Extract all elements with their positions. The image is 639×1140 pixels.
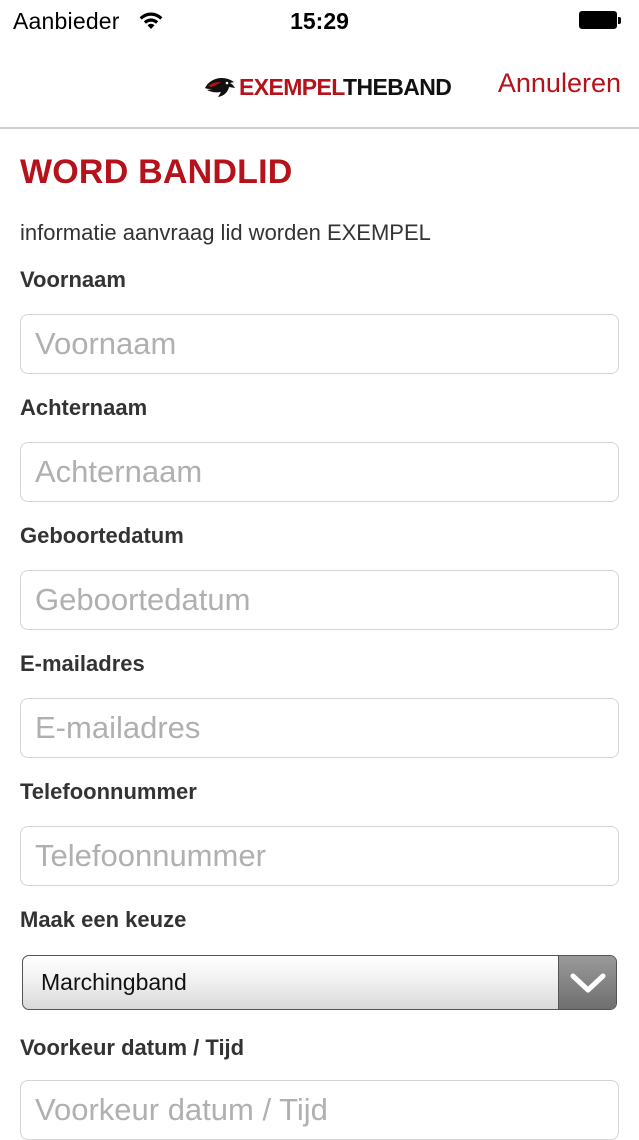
chevron-down-icon[interactable] bbox=[558, 956, 616, 1009]
email-input[interactable] bbox=[20, 698, 619, 758]
logo-text-red: EXEMPEL bbox=[239, 73, 344, 100]
band-type-select[interactable]: Marchingband bbox=[22, 955, 617, 1010]
birthdate-input[interactable] bbox=[20, 570, 619, 630]
phone-input[interactable] bbox=[20, 826, 619, 886]
bird-logo-icon bbox=[203, 74, 237, 100]
status-time: 15:29 bbox=[290, 8, 349, 34]
phone-label: Telefoonnummer bbox=[20, 779, 197, 804]
preferred-datetime-label: Voorkeur datum / Tijd bbox=[20, 1035, 245, 1060]
first-name-label: Voornaam bbox=[20, 267, 126, 292]
preferred-datetime-input[interactable] bbox=[20, 1080, 619, 1140]
cancel-button[interactable]: Annuleren bbox=[498, 68, 621, 99]
email-label: E-mailadres bbox=[20, 651, 145, 676]
navigation-bar: EXEMPELTHEBAND Annuleren bbox=[0, 44, 639, 129]
birthdate-label: Geboortedatum bbox=[20, 523, 184, 548]
choice-label: Maak een keuze bbox=[20, 907, 187, 932]
page-title: WORD BANDLID bbox=[20, 153, 293, 191]
last-name-label: Achternaam bbox=[20, 395, 148, 420]
logo-text-black: THEBAND bbox=[343, 73, 452, 100]
status-bar: Aanbieder 15:29 bbox=[0, 0, 639, 44]
band-type-selected-value: Marchingband bbox=[41, 969, 187, 995]
battery-icon bbox=[579, 11, 623, 31]
first-name-input[interactable] bbox=[20, 314, 619, 374]
last-name-input[interactable] bbox=[20, 442, 619, 502]
page-subtitle: informatie aanvraag lid worden EXEMPEL bbox=[20, 220, 431, 245]
brand-logo: EXEMPELTHEBAND bbox=[203, 70, 452, 104]
